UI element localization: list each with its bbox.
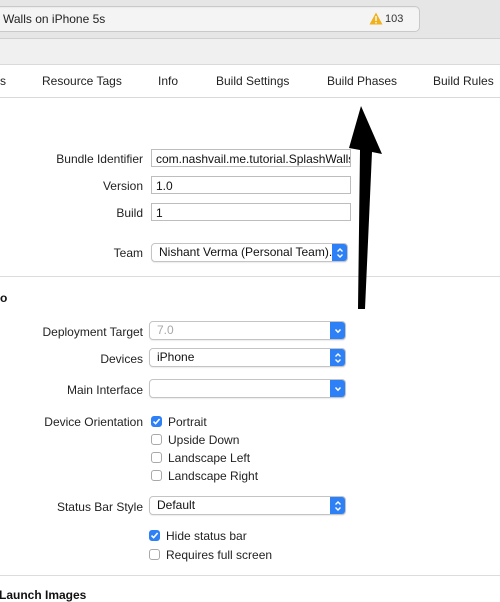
section-divider [0, 276, 500, 277]
devices-popup[interactable]: iPhone [149, 348, 346, 367]
tab-build-settings[interactable]: Build Settings [216, 74, 289, 88]
landscape-right-checkbox[interactable] [151, 470, 162, 481]
bundle-identifier-label: Bundle Identifier [56, 152, 143, 166]
deployment-section-title: o [0, 291, 8, 305]
devices-value: iPhone [157, 350, 195, 364]
team-popup[interactable]: Nishant Verma (Personal Team)... [151, 243, 348, 262]
activity-status-field: Walls on iPhone 5s 103 [0, 6, 420, 32]
upside-down-checkbox[interactable] [151, 434, 162, 445]
tab-build-phases[interactable]: Build Phases [327, 74, 397, 88]
landscape-left-label: Landscape Left [168, 451, 251, 465]
deployment-target-combo[interactable]: 7.0 [149, 321, 346, 340]
device-orientation-label: Device Orientation [44, 415, 143, 429]
hide-status-bar-checkbox[interactable] [149, 530, 160, 541]
activity-bar: Walls on iPhone 5s 103 [0, 0, 500, 39]
warning-triangle-icon[interactable] [369, 12, 383, 25]
tab-info[interactable]: Info [158, 74, 178, 88]
annotation-arrow-icon [349, 106, 382, 309]
status-bar-style-value: Default [157, 498, 196, 512]
hide-status-bar-label: Hide status bar [166, 529, 247, 543]
bundle-identifier-field[interactable]: com.nashvail.me.tutorial.SplashWalls [151, 149, 351, 167]
chevron-down-icon [330, 380, 345, 397]
tab-resource-tags[interactable]: Resource Tags [42, 74, 122, 88]
portrait-label: Portrait [168, 415, 207, 429]
scheme-status-text: Walls on iPhone 5s [3, 12, 106, 26]
deployment-target-value: 7.0 [157, 323, 174, 337]
build-field[interactable]: 1 [151, 203, 351, 221]
status-bar-style-label: Status Bar Style [56, 500, 143, 514]
tab-capabilities-partial[interactable]: s [0, 74, 6, 88]
chevron-down-icon [330, 322, 345, 339]
team-label: Team [113, 246, 143, 260]
main-interface-label: Main Interface [66, 383, 143, 397]
devices-label: Devices [100, 352, 143, 366]
popup-stepper-icon [330, 497, 345, 514]
main-interface-combo[interactable] [149, 379, 346, 398]
status-bar-style-popup[interactable]: Default [149, 496, 346, 515]
upside-down-label: Upside Down [168, 433, 240, 447]
team-value: Nishant Verma (Personal Team)... [159, 245, 339, 259]
requires-full-screen-checkbox[interactable] [149, 549, 160, 560]
section-divider [0, 575, 500, 576]
jump-bar [0, 39, 500, 65]
version-label: Version [102, 179, 143, 193]
build-label: Build [116, 206, 143, 220]
landscape-left-checkbox[interactable] [151, 452, 162, 463]
tab-build-rules[interactable]: Build Rules [433, 74, 494, 88]
landscape-right-label: Landscape Right [168, 469, 259, 483]
portrait-checkbox[interactable] [151, 416, 162, 427]
requires-full-screen-label: Requires full screen [166, 548, 273, 562]
version-field[interactable]: 1.0 [151, 176, 351, 194]
warning-count[interactable]: 103 [385, 13, 403, 25]
popup-stepper-icon [330, 349, 345, 366]
deployment-target-label: Deployment Target [42, 325, 144, 339]
